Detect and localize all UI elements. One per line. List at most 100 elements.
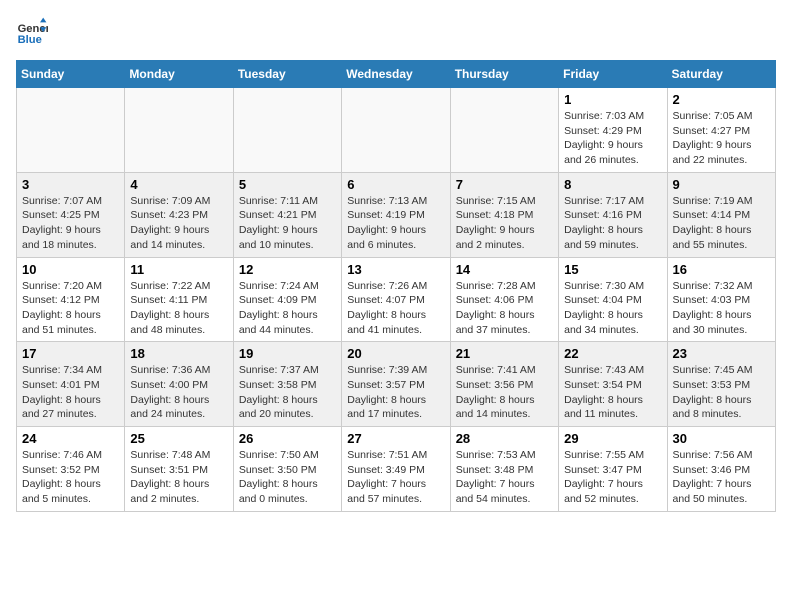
day-info: Sunrise: 7:15 AM Sunset: 4:18 PM Dayligh… (456, 194, 553, 253)
day-number: 6 (347, 177, 444, 192)
day-info: Sunrise: 7:37 AM Sunset: 3:58 PM Dayligh… (239, 363, 336, 422)
day-info: Sunrise: 7:19 AM Sunset: 4:14 PM Dayligh… (673, 194, 770, 253)
day-info: Sunrise: 7:32 AM Sunset: 4:03 PM Dayligh… (673, 279, 770, 338)
calendar-cell: 17 Sunrise: 7:34 AM Sunset: 4:01 PM Dayli… (17, 342, 125, 427)
calendar-cell: 13 Sunrise: 7:26 AM Sunset: 4:07 PM Dayli… (342, 257, 450, 342)
calendar-cell (342, 88, 450, 173)
calendar-cell (233, 88, 341, 173)
page-header: General Blue (16, 16, 776, 48)
header-sunday: Sunday (17, 61, 125, 88)
day-number: 1 (564, 92, 661, 107)
calendar-cell (125, 88, 233, 173)
header-thursday: Thursday (450, 61, 558, 88)
logo-icon: General Blue (16, 16, 48, 48)
day-info: Sunrise: 7:22 AM Sunset: 4:11 PM Dayligh… (130, 279, 227, 338)
day-number: 29 (564, 431, 661, 446)
day-number: 21 (456, 346, 553, 361)
day-number: 16 (673, 262, 770, 277)
day-number: 8 (564, 177, 661, 192)
logo: General Blue (16, 16, 48, 48)
calendar-table: SundayMondayTuesdayWednesdayThursdayFrid… (16, 60, 776, 512)
day-number: 2 (673, 92, 770, 107)
day-info: Sunrise: 7:30 AM Sunset: 4:04 PM Dayligh… (564, 279, 661, 338)
week-row-2: 10Sunrise: 7:20 AM Sunset: 4:12 PM Dayli… (17, 257, 776, 342)
calendar-cell: 18 Sunrise: 7:36 AM Sunset: 4:00 PM Dayli… (125, 342, 233, 427)
day-number: 24 (22, 431, 119, 446)
calendar-cell (450, 88, 558, 173)
day-number: 11 (130, 262, 227, 277)
week-row-1: 3 Sunrise: 7:07 AM Sunset: 4:25 PM Daylig… (17, 172, 776, 257)
header-saturday: Saturday (667, 61, 775, 88)
calendar-cell: 29 Sunrise: 7:55 AM Sunset: 3:47 PM Dayli… (559, 427, 667, 512)
day-info: Sunrise: 7:45 AM Sunset: 3:53 PM Dayligh… (673, 363, 770, 422)
day-number: 19 (239, 346, 336, 361)
calendar-cell: 16 Sunrise: 7:32 AM Sunset: 4:03 PM Dayli… (667, 257, 775, 342)
day-number: 13 (347, 262, 444, 277)
day-info: Sunrise: 7:55 AM Sunset: 3:47 PM Dayligh… (564, 448, 661, 507)
day-info: Sunrise: 7:09 AM Sunset: 4:23 PM Dayligh… (130, 194, 227, 253)
calendar-cell: 8Sunrise: 7:17 AM Sunset: 4:16 PM Daylig… (559, 172, 667, 257)
day-number: 28 (456, 431, 553, 446)
day-info: Sunrise: 7:26 AM Sunset: 4:07 PM Dayligh… (347, 279, 444, 338)
day-info: Sunrise: 7:41 AM Sunset: 3:56 PM Dayligh… (456, 363, 553, 422)
week-row-4: 24 Sunrise: 7:46 AM Sunset: 3:52 PM Dayli… (17, 427, 776, 512)
day-info: Sunrise: 7:07 AM Sunset: 4:25 PM Dayligh… (22, 194, 119, 253)
day-number: 27 (347, 431, 444, 446)
day-info: Sunrise: 7:03 AM Sunset: 4:29 PM Dayligh… (564, 109, 661, 168)
day-info: Sunrise: 7:39 AM Sunset: 3:57 PM Dayligh… (347, 363, 444, 422)
calendar-cell: 24 Sunrise: 7:46 AM Sunset: 3:52 PM Dayli… (17, 427, 125, 512)
calendar-cell: 4 Sunrise: 7:09 AM Sunset: 4:23 PM Daylig… (125, 172, 233, 257)
calendar-cell: 21 Sunrise: 7:41 AM Sunset: 3:56 PM Dayli… (450, 342, 558, 427)
header-row: SundayMondayTuesdayWednesdayThursdayFrid… (17, 61, 776, 88)
day-number: 5 (239, 177, 336, 192)
calendar-cell: 7Sunrise: 7:15 AM Sunset: 4:18 PM Daylig… (450, 172, 558, 257)
day-number: 26 (239, 431, 336, 446)
calendar-cell: 23 Sunrise: 7:45 AM Sunset: 3:53 PM Dayli… (667, 342, 775, 427)
calendar-cell: 11 Sunrise: 7:22 AM Sunset: 4:11 PM Dayli… (125, 257, 233, 342)
day-info: Sunrise: 7:51 AM Sunset: 3:49 PM Dayligh… (347, 448, 444, 507)
week-row-0: 1 Sunrise: 7:03 AM Sunset: 4:29 PM Daylig… (17, 88, 776, 173)
header-wednesday: Wednesday (342, 61, 450, 88)
calendar-cell: 19 Sunrise: 7:37 AM Sunset: 3:58 PM Dayli… (233, 342, 341, 427)
day-number: 9 (673, 177, 770, 192)
day-number: 18 (130, 346, 227, 361)
week-row-3: 17 Sunrise: 7:34 AM Sunset: 4:01 PM Dayli… (17, 342, 776, 427)
calendar-cell: 6 Sunrise: 7:13 AM Sunset: 4:19 PM Daylig… (342, 172, 450, 257)
calendar-body: 1 Sunrise: 7:03 AM Sunset: 4:29 PM Daylig… (17, 88, 776, 512)
day-info: Sunrise: 7:36 AM Sunset: 4:00 PM Dayligh… (130, 363, 227, 422)
calendar-header: SundayMondayTuesdayWednesdayThursdayFrid… (17, 61, 776, 88)
header-monday: Monday (125, 61, 233, 88)
header-tuesday: Tuesday (233, 61, 341, 88)
calendar-cell: 9 Sunrise: 7:19 AM Sunset: 4:14 PM Daylig… (667, 172, 775, 257)
day-number: 17 (22, 346, 119, 361)
day-info: Sunrise: 7:53 AM Sunset: 3:48 PM Dayligh… (456, 448, 553, 507)
day-number: 23 (673, 346, 770, 361)
day-number: 22 (564, 346, 661, 361)
day-info: Sunrise: 7:56 AM Sunset: 3:46 PM Dayligh… (673, 448, 770, 507)
day-number: 4 (130, 177, 227, 192)
day-number: 3 (22, 177, 119, 192)
calendar-cell (17, 88, 125, 173)
svg-text:Blue: Blue (18, 34, 42, 46)
day-info: Sunrise: 7:11 AM Sunset: 4:21 PM Dayligh… (239, 194, 336, 253)
calendar-cell: 10Sunrise: 7:20 AM Sunset: 4:12 PM Dayli… (17, 257, 125, 342)
day-info: Sunrise: 7:46 AM Sunset: 3:52 PM Dayligh… (22, 448, 119, 507)
calendar-cell: 30Sunrise: 7:56 AM Sunset: 3:46 PM Dayli… (667, 427, 775, 512)
calendar-cell: 26 Sunrise: 7:50 AM Sunset: 3:50 PM Dayli… (233, 427, 341, 512)
day-info: Sunrise: 7:50 AM Sunset: 3:50 PM Dayligh… (239, 448, 336, 507)
day-info: Sunrise: 7:28 AM Sunset: 4:06 PM Dayligh… (456, 279, 553, 338)
day-info: Sunrise: 7:43 AM Sunset: 3:54 PM Dayligh… (564, 363, 661, 422)
calendar-cell: 25Sunrise: 7:48 AM Sunset: 3:51 PM Dayli… (125, 427, 233, 512)
day-number: 20 (347, 346, 444, 361)
calendar-cell: 27 Sunrise: 7:51 AM Sunset: 3:49 PM Dayli… (342, 427, 450, 512)
day-info: Sunrise: 7:34 AM Sunset: 4:01 PM Dayligh… (22, 363, 119, 422)
day-info: Sunrise: 7:13 AM Sunset: 4:19 PM Dayligh… (347, 194, 444, 253)
day-info: Sunrise: 7:24 AM Sunset: 4:09 PM Dayligh… (239, 279, 336, 338)
day-number: 12 (239, 262, 336, 277)
calendar-cell: 3 Sunrise: 7:07 AM Sunset: 4:25 PM Daylig… (17, 172, 125, 257)
day-number: 25 (130, 431, 227, 446)
day-number: 10 (22, 262, 119, 277)
calendar-cell: 15Sunrise: 7:30 AM Sunset: 4:04 PM Dayli… (559, 257, 667, 342)
calendar-cell: 20 Sunrise: 7:39 AM Sunset: 3:57 PM Dayli… (342, 342, 450, 427)
header-friday: Friday (559, 61, 667, 88)
